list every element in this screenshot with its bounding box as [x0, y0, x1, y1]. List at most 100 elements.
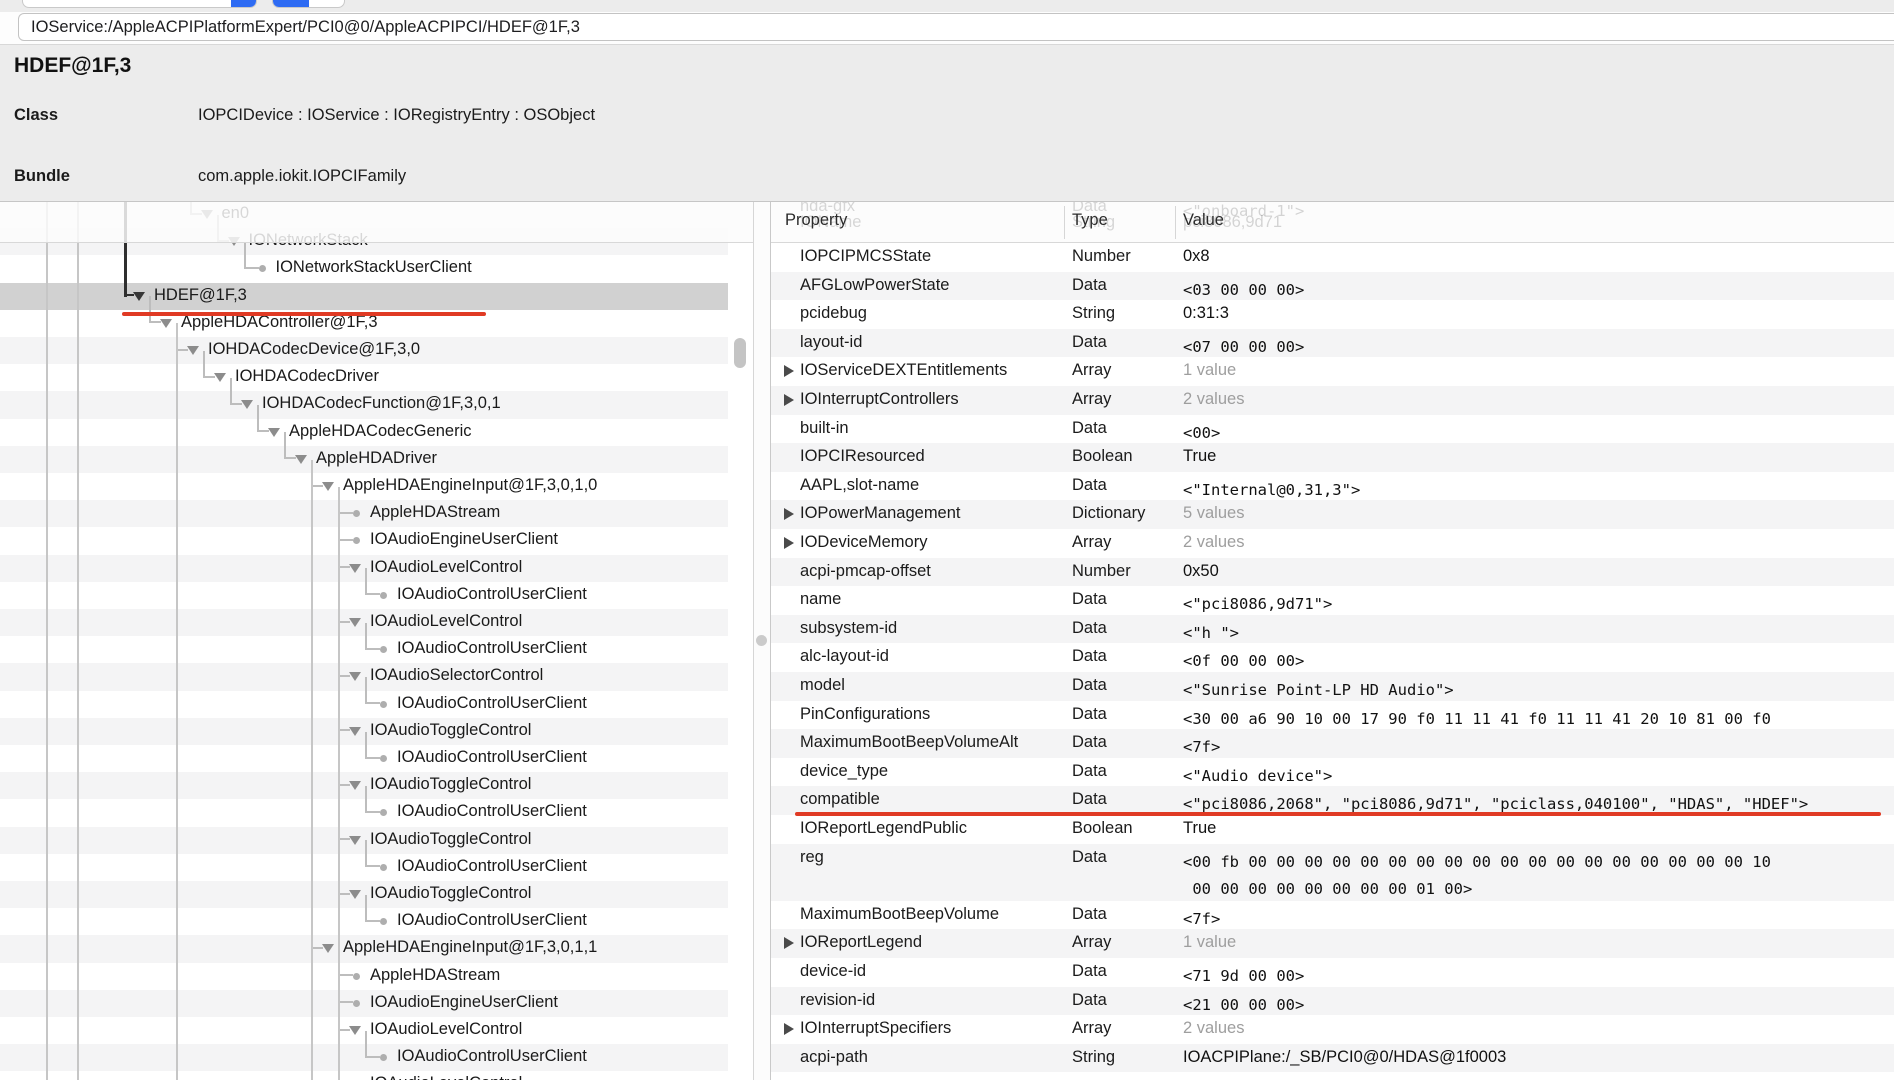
- disclosure-triangle-icon[interactable]: [349, 726, 361, 736]
- property-row[interactable]: IODeviceMemory Array 2 values: [771, 529, 1894, 558]
- disclosure-triangle-icon[interactable]: [133, 291, 145, 301]
- property-value: IOACPIPlane:/_SB/PCI0@0/HDAS@1f0003: [1183, 1047, 1507, 1066]
- property-row[interactable]: MaximumBootBeepVolumeAlt Data <7f>: [771, 729, 1894, 758]
- segmented-control-active-segment[interactable]: [231, 0, 256, 7]
- splitter-knob-icon[interactable]: [756, 635, 767, 646]
- property-type: Array: [1072, 390, 1112, 408]
- property-row[interactable]: MaximumBootBeepVolume Data <7f>: [771, 900, 1894, 930]
- property-disclosure-icon[interactable]: [784, 936, 794, 949]
- disclosure-triangle-icon[interactable]: [349, 890, 361, 899]
- property-row[interactable]: compatible Data <"pci8086,2068", "pci8086,…: [771, 786, 1894, 815]
- property-row[interactable]: AFGLowPowerState Data <03 00 00 00>: [771, 271, 1894, 301]
- disclosure-triangle-icon[interactable]: [349, 618, 361, 627]
- column-header-value[interactable]: Value: [1183, 211, 1224, 230]
- column-separator[interactable]: [1064, 206, 1065, 239]
- property-row[interactable]: revision-id Data <21 00 00 00>: [771, 986, 1894, 1016]
- disclosure-triangle-icon[interactable]: [322, 482, 334, 491]
- property-type: Array: [1072, 361, 1112, 380]
- property-row[interactable]: IOPowerManagement Dictionary 5 values: [771, 500, 1894, 529]
- tree-row[interactable]: IOAudioLevelControl: [0, 541, 728, 582]
- disclosure-triangle-icon[interactable]: [268, 427, 280, 437]
- tree-row[interactable]: IOAudioControlUserClient: [0, 785, 728, 827]
- property-row[interactable]: acpi-pmcap-offset Number 0x50: [771, 557, 1894, 587]
- tree-row[interactable]: AppleHDAEngineInput@1F,3,0,1,1: [0, 921, 728, 963]
- disclosure-triangle-icon[interactable]: [187, 346, 199, 355]
- tree-row[interactable]: AppleHDAStream: [0, 949, 728, 990]
- tree-row[interactable]: IOAudioSelectorControl: [0, 649, 728, 691]
- plane-segmented-control[interactable]: [22, 0, 257, 8]
- property-disclosure-icon[interactable]: [784, 507, 794, 520]
- tree-row[interactable]: HDEF@1F,3: [0, 269, 728, 310]
- pane-splitter[interactable]: [754, 202, 770, 1080]
- tree-row[interactable]: IOAudioEngineUserClient: [0, 976, 728, 1017]
- tree-row[interactable]: IOAudioLevelControl: [0, 595, 728, 637]
- tree-row[interactable]: AppleHDAEngineInput@1F,3,0,1,0: [0, 459, 728, 501]
- registry-path-input[interactable]: IOService:/AppleACPIPlatformExpert/PCI0@…: [18, 13, 1894, 41]
- property-row[interactable]: alc-layout-id Data <0f 00 00 00>: [771, 643, 1894, 672]
- property-row[interactable]: IOReportLegend Array 1 value: [771, 929, 1894, 958]
- disclosure-triangle-icon[interactable]: [241, 400, 253, 410]
- tree-row[interactable]: IOHDACodecDevice@1F,3,0: [0, 323, 728, 365]
- property-row[interactable]: subsystem-id Data <"h ">: [771, 614, 1894, 644]
- property-row[interactable]: IOPCIPMCSState Number 0x8: [771, 243, 1894, 272]
- tree-row[interactable]: IOAudioControlUserClient: [0, 622, 728, 664]
- tree-row[interactable]: IOAudioControlUserClient: [0, 894, 728, 936]
- property-row[interactable]: device_type Data <"Audio device">: [771, 757, 1894, 787]
- tree-row[interactable]: IOAudioToggleControl: [0, 867, 728, 909]
- disclosure-triangle-icon[interactable]: [349, 672, 361, 682]
- tree-row[interactable]: IOAudioToggleControl: [0, 813, 728, 854]
- tree-row[interactable]: IOAudioEngineUserClient: [0, 513, 728, 555]
- disclosure-triangle-icon[interactable]: [214, 373, 226, 383]
- property-row[interactable]: model Data <"Sunrise Point-LP HD Audio">: [771, 672, 1894, 701]
- property-type: Data: [1072, 704, 1107, 723]
- tree-row[interactable]: IOAudioToggleControl: [0, 704, 728, 745]
- disclosure-triangle-icon[interactable]: [322, 944, 334, 954]
- tree-row[interactable]: IOAudioControlUserClient: [0, 1030, 728, 1072]
- column-header-property[interactable]: Property: [785, 211, 847, 230]
- tree-row[interactable]: AppleHDAStream: [0, 486, 728, 528]
- property-row[interactable]: IOInterruptSpecifiers Array 2 values: [771, 1015, 1894, 1044]
- tree-scrollbar-thumb[interactable]: [734, 338, 746, 368]
- property-disclosure-icon[interactable]: [784, 1022, 794, 1035]
- tree-item-label: IOAudioControlUserClient: [397, 1047, 587, 1066]
- tree-row[interactable]: IONetworkStackUserClient: [0, 241, 728, 283]
- property-row[interactable]: layout-id Data <07 00 00 00>: [771, 328, 1894, 358]
- property-row[interactable]: PinConfigurations Data <30 00 a6 90 10 00 …: [771, 700, 1894, 730]
- column-separator[interactable]: [1175, 206, 1176, 239]
- tree-row[interactable]: IOAudioControlUserClient: [0, 840, 728, 881]
- tree-row[interactable]: IOAudioLevelControl: [0, 1003, 728, 1045]
- tree-row[interactable]: AppleHDACodecGeneric: [0, 405, 728, 446]
- tree-row[interactable]: IOHDACodecFunction@1F,3,0,1: [0, 377, 728, 419]
- tree-row[interactable]: IOHDACodecDriver: [0, 350, 728, 392]
- property-row[interactable]: IOPCIResourced Boolean True: [771, 443, 1894, 472]
- tree-row[interactable]: IOAudioControlUserClient: [0, 731, 728, 773]
- property-disclosure-icon[interactable]: [784, 364, 794, 377]
- property-name: pcidebug: [800, 304, 867, 323]
- toolbar-toggle-control[interactable]: [272, 0, 345, 8]
- column-header-type[interactable]: Type: [1072, 211, 1108, 230]
- property-row[interactable]: IOReportLegendPublic Boolean True: [771, 815, 1894, 844]
- disclosure-triangle-icon[interactable]: [349, 781, 361, 791]
- tree-row[interactable]: IOAudioControlUserClient: [0, 677, 728, 718]
- disclosure-triangle-icon[interactable]: [349, 1026, 361, 1035]
- property-row[interactable]: reg Data <00 fb 00 00 00 00 00 00 00 00 00…: [771, 843, 1894, 901]
- property-disclosure-icon[interactable]: [784, 536, 794, 549]
- property-row[interactable]: AAPL,slot-name Data <"Internal@0,31,3">: [771, 471, 1894, 501]
- disclosure-triangle-icon[interactable]: [349, 563, 361, 573]
- property-row[interactable]: IOServiceDEXTEntitlements Array 1 value: [771, 357, 1894, 386]
- property-row[interactable]: IOInterruptControllers Array 2 values: [771, 386, 1894, 415]
- property-row[interactable]: device-id Data <71 9d 00 00>: [771, 958, 1894, 987]
- disclosure-triangle-icon[interactable]: [160, 318, 172, 328]
- tree-row[interactable]: IOAudioLevelControl: [0, 1057, 728, 1080]
- tree-row[interactable]: AppleHDADriver: [0, 432, 728, 473]
- property-row[interactable]: name Data <"pci8086,9d71">: [771, 586, 1894, 615]
- disclosure-triangle-icon[interactable]: [295, 454, 307, 464]
- disclosure-triangle-icon[interactable]: [349, 835, 361, 845]
- property-row[interactable]: built-in Data <00>: [771, 414, 1894, 444]
- tree-row[interactable]: IOAudioControlUserClient: [0, 568, 728, 609]
- tree-row[interactable]: IOAudioToggleControl: [0, 758, 728, 800]
- property-row[interactable]: pcidebug String 0:31:3: [771, 300, 1894, 329]
- property-disclosure-icon[interactable]: [784, 393, 794, 406]
- toolbar-toggle-active-segment[interactable]: [273, 0, 309, 7]
- property-row[interactable]: acpi-path String IOACPIPlane:/_SB/PCI0@0/H…: [771, 1043, 1894, 1073]
